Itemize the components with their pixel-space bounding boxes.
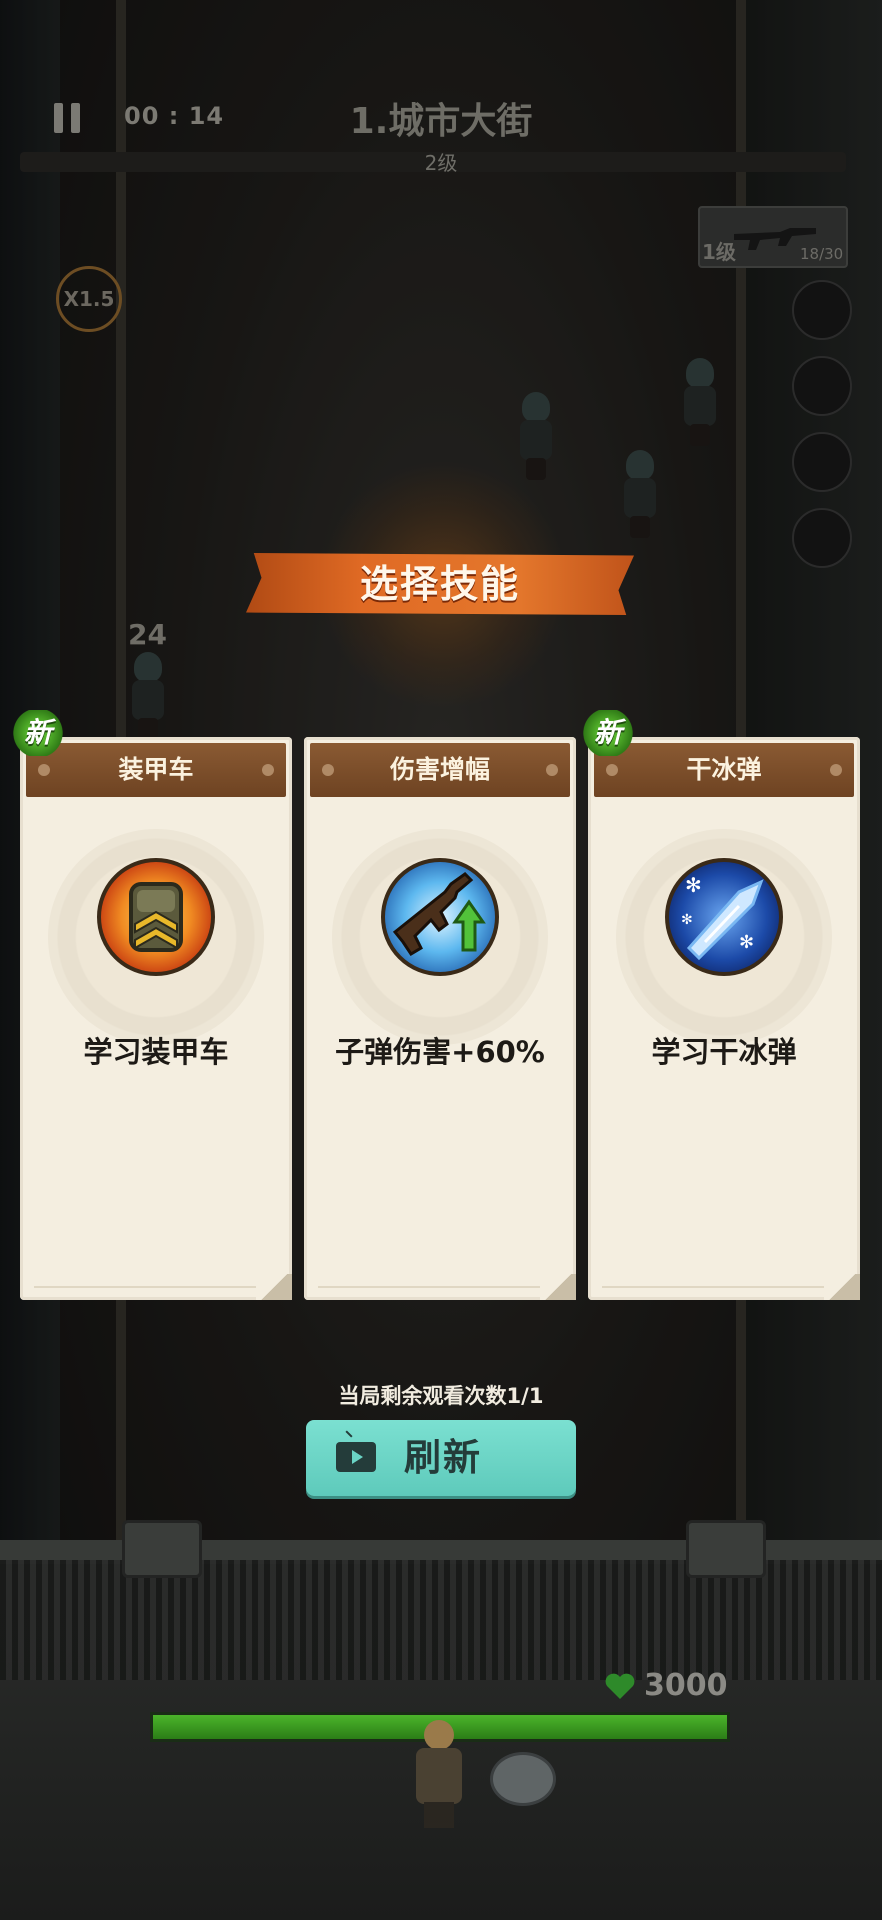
card-title: 伤害增幅: [389, 755, 490, 784]
player-soldier: [412, 1720, 468, 1830]
companion-robot: [490, 1752, 556, 1806]
watch-remaining-text: 当局剩余观看次数1/1: [338, 1384, 544, 1408]
new-badge: 新: [582, 710, 634, 756]
heart-icon: [605, 1673, 635, 1699]
skill-slot: [792, 432, 852, 492]
fence-post: [686, 1520, 766, 1578]
stage-title: 1.城市大街: [349, 101, 533, 142]
stage-level: 2级: [424, 151, 458, 175]
card-header: 装甲车: [26, 743, 286, 797]
speed-toggle-button[interactable]: X1.5: [56, 266, 122, 332]
refresh-label: 刷新: [404, 1436, 482, 1479]
video-ad-icon: [336, 1442, 376, 1472]
svg-text:✻: ✻: [685, 873, 702, 897]
skill-slot: [792, 356, 852, 416]
weapon-ammo: 18/30: [800, 245, 844, 263]
svg-text:✻: ✻: [739, 932, 754, 953]
damage-number: 24: [128, 618, 167, 651]
ice-bullet-icon: ✻ ✻ ✻: [665, 858, 783, 976]
skill-slot: [792, 280, 852, 340]
dialog-title: 选择技能: [359, 562, 520, 606]
refresh-button[interactable]: 刷新: [306, 1420, 576, 1496]
card-title: 装甲车: [118, 755, 194, 784]
card-header: 伤害增幅: [310, 743, 570, 797]
skill-card-damage-boost[interactable]: 伤害增幅 子弹伤害+60%: [304, 737, 576, 1300]
base-hp-value: 3000: [644, 1668, 728, 1703]
card-description: 子弹伤害+60%: [335, 1035, 545, 1069]
svg-text:✻: ✻: [681, 912, 693, 928]
rifle-damage-up-icon: [381, 858, 499, 976]
new-badge: 新: [12, 710, 64, 756]
fence-post: [122, 1520, 202, 1578]
skill-slot: [792, 508, 852, 568]
skill-card-armored-vehicle[interactable]: 装甲车 学习装甲车: [20, 737, 292, 1300]
skill-card-ice-bullet[interactable]: 干冰弹 ✻ ✻ ✻ 学习干冰弹: [588, 737, 860, 1300]
card-description: 学习干冰弹: [651, 1035, 797, 1069]
card-description: 学习装甲车: [83, 1035, 229, 1069]
armored-vehicle-icon: [97, 858, 215, 976]
fence: [0, 1560, 882, 1680]
weapon-level: 1级: [702, 240, 736, 264]
